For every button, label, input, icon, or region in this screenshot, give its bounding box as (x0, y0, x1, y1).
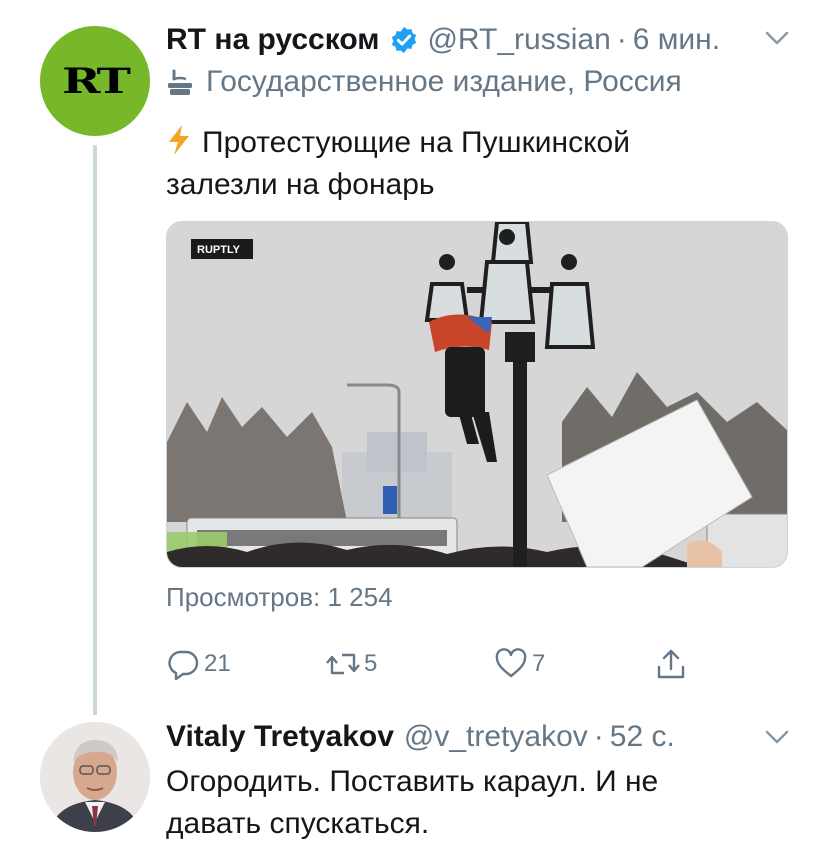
retweet-icon (326, 653, 360, 675)
tweet-reply[interactable]: Vitaly Tretyakov @v_tretyakov · 52 с. Ог… (0, 715, 828, 857)
tweet-text-line: Огородить. Поставить караул. И не (166, 765, 659, 798)
tweet-text: Протестующие на Пушкинской залезли на фо… (166, 122, 630, 206)
chevron-down-icon[interactable] (764, 727, 790, 747)
affiliation-text: Государственное издание, Россия (206, 65, 682, 98)
reply-icon (168, 650, 199, 681)
avatar-portrait (40, 722, 150, 832)
avatar-vitaly[interactable] (40, 722, 150, 832)
tweet-header: RT на русском @RT_russian · 6 мин. (166, 22, 720, 58)
state-media-label[interactable]: Государственное издание, Россия (166, 64, 682, 100)
retweet-count: 5 (364, 650, 378, 677)
tweet-header: Vitaly Tretyakov @v_tretyakov · 52 с. (166, 719, 675, 755)
action-bar: 21 5 7 (166, 644, 706, 684)
like-button[interactable]: 7 (494, 644, 545, 684)
lightning-icon (169, 125, 189, 155)
tweet-text-line: залезли на фонарь (166, 168, 435, 201)
tweet-timestamp[interactable]: 6 мин. (633, 23, 720, 57)
reply-button[interactable]: 21 (166, 644, 231, 684)
avatar-rt[interactable]: RT (40, 26, 150, 136)
separator-dot: · (593, 720, 604, 753)
verified-badge-icon (392, 26, 417, 54)
like-icon (495, 648, 527, 678)
retweet-button[interactable]: 5 (326, 644, 377, 684)
share-icon (657, 649, 685, 679)
tweet-video[interactable]: RUPTLY (166, 221, 788, 568)
author-name[interactable]: RT на русском (166, 23, 379, 57)
reply-count: 21 (204, 650, 231, 677)
tweet-timestamp[interactable]: 52 с. (610, 720, 675, 754)
separator-dot: · (616, 23, 627, 56)
chevron-down-icon[interactable] (764, 28, 790, 48)
ruptly-watermark-text: RUPTLY (197, 244, 241, 256)
building (367, 432, 427, 472)
author-handle[interactable]: @RT_russian (427, 23, 610, 57)
thread-line (93, 145, 97, 715)
view-count: Просмотров: 1 254 (166, 582, 393, 612)
road-sign (383, 486, 397, 514)
video-frame: RUPTLY (167, 222, 787, 567)
tweet-text-line: Протестующие на Пушкинской (202, 126, 630, 159)
tweet-text: Огородить. Поставить караул. И не давать… (166, 761, 658, 845)
like-count: 7 (532, 650, 546, 677)
tweet-rt[interactable]: RT RT на русском @RT_russian · 6 мин. Го… (0, 0, 828, 715)
avatar-rt-logo-text: RT (62, 60, 131, 102)
author-handle[interactable]: @v_tretyakov (404, 720, 588, 754)
state-media-icon (168, 69, 192, 95)
share-button[interactable] (654, 644, 692, 684)
tweet-text-line: давать спускаться. (166, 807, 430, 840)
author-name[interactable]: Vitaly Tretyakov (166, 720, 394, 754)
